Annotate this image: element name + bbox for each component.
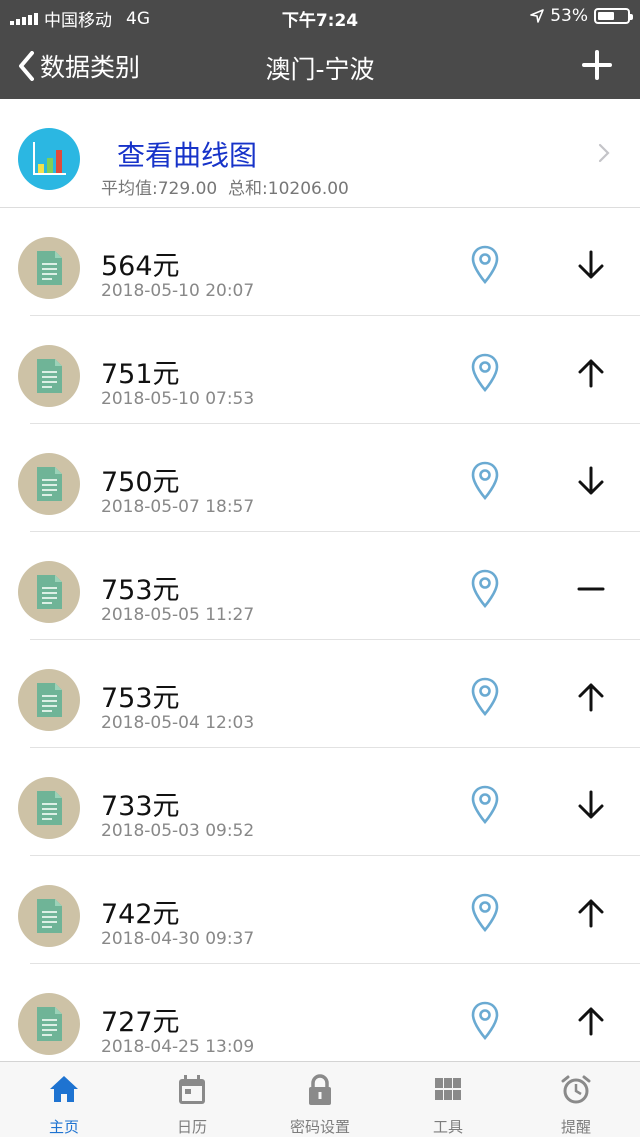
tab-label: 提醒 xyxy=(560,1118,591,1136)
records-list: 查看曲线图 平均值:729.00 总和:10206.00 564元 2018-05… xyxy=(0,99,640,1061)
location-arrow-icon xyxy=(530,9,545,23)
navigation-bar: 数据类别 澳门-宁波 xyxy=(0,34,640,99)
page-title: 澳门-宁波 xyxy=(265,55,375,84)
list-item[interactable]: 751元 2018-05-10 07:53 xyxy=(0,316,640,424)
record-amount: 733元 xyxy=(101,791,180,822)
battery-icon xyxy=(594,8,633,24)
list-item[interactable]: 564元 2018-05-10 20:07 xyxy=(0,208,640,316)
tab-label: 日历 xyxy=(176,1118,207,1136)
calendar-icon xyxy=(179,1075,205,1104)
document-icon xyxy=(18,993,80,1055)
record-rows: 564元 2018-05-10 20:07 751元 2018-05-10 07:53… xyxy=(0,208,640,1061)
battery-percent: 53% xyxy=(550,6,588,26)
trend-flat-icon xyxy=(577,587,605,591)
grid-icon xyxy=(435,1078,461,1100)
list-item[interactable]: 750元 2018-05-07 18:57 xyxy=(0,424,640,532)
record-amount: 753元 xyxy=(101,575,180,606)
record-time: 2018-04-25 13:09 xyxy=(101,1037,255,1057)
location-pin-icon[interactable] xyxy=(471,1001,499,1045)
view-chart-row[interactable]: 查看曲线图 平均值:729.00 总和:10206.00 xyxy=(0,99,640,208)
record-time: 2018-05-04 12:03 xyxy=(101,713,255,733)
list-item[interactable]: 753元 2018-05-04 12:03 xyxy=(0,640,640,748)
record-amount: 750元 xyxy=(101,467,180,498)
average-value: 平均值:729.00 xyxy=(101,179,218,199)
record-time: 2018-05-07 18:57 xyxy=(101,497,255,517)
tab-bar: 主页 日历 密码设置 工具 提醒 xyxy=(0,1061,640,1137)
lock-icon xyxy=(309,1074,331,1105)
trend-up-icon xyxy=(578,683,604,712)
list-item[interactable]: 727元 2018-04-25 13:09 xyxy=(0,964,640,1061)
trend-down-icon xyxy=(578,466,604,495)
tab-tools[interactable]: 工具 xyxy=(384,1062,512,1137)
record-time: 2018-05-10 07:53 xyxy=(101,389,255,409)
chevron-right-icon xyxy=(598,143,610,167)
tab-label: 主页 xyxy=(48,1118,79,1136)
alarm-clock-icon xyxy=(561,1075,591,1104)
status-bar: 中国移动 4G 下午7:24 53% xyxy=(0,0,640,34)
tab-label: 工具 xyxy=(432,1118,463,1136)
document-icon xyxy=(18,885,80,947)
chart-icon xyxy=(18,128,80,190)
location-pin-icon[interactable] xyxy=(471,677,499,721)
location-pin-icon[interactable] xyxy=(471,785,499,829)
total-value: 总和:10206.00 xyxy=(228,179,349,199)
record-time: 2018-04-30 09:37 xyxy=(101,929,255,949)
tab-home[interactable]: 主页 xyxy=(0,1062,128,1137)
tab-calendar[interactable]: 日历 xyxy=(128,1062,256,1137)
tab-reminder[interactable]: 提醒 xyxy=(512,1062,640,1137)
document-icon xyxy=(18,237,80,299)
trend-down-icon xyxy=(578,790,604,819)
list-item[interactable]: 753元 2018-05-05 11:27 xyxy=(0,532,640,640)
chart-stats: 平均值:729.00 总和:10206.00 xyxy=(101,174,349,199)
record-amount: 751元 xyxy=(101,359,180,390)
plus-icon xyxy=(582,50,612,80)
add-button[interactable] xyxy=(582,50,612,84)
home-icon xyxy=(50,1076,78,1102)
view-chart-title: 查看曲线图 xyxy=(117,139,258,172)
trend-up-icon xyxy=(578,1007,604,1036)
record-amount: 753元 xyxy=(101,683,180,714)
location-pin-icon[interactable] xyxy=(471,353,499,397)
trend-up-icon xyxy=(578,359,604,388)
record-amount: 727元 xyxy=(101,1007,180,1038)
location-pin-icon[interactable] xyxy=(471,893,499,937)
document-icon xyxy=(18,453,80,515)
tab-label: 密码设置 xyxy=(289,1118,350,1136)
location-pin-icon[interactable] xyxy=(471,245,499,289)
record-time: 2018-05-03 09:52 xyxy=(101,821,255,841)
record-time: 2018-05-10 20:07 xyxy=(101,281,255,301)
trend-down-icon xyxy=(578,250,604,279)
list-item[interactable]: 742元 2018-04-30 09:37 xyxy=(0,856,640,964)
record-amount: 742元 xyxy=(101,899,180,930)
document-icon xyxy=(18,345,80,407)
list-item[interactable]: 733元 2018-05-03 09:52 xyxy=(0,748,640,856)
location-pin-icon[interactable] xyxy=(471,569,499,613)
document-icon xyxy=(18,561,80,623)
record-time: 2018-05-05 11:27 xyxy=(101,605,255,625)
location-pin-icon[interactable] xyxy=(471,461,499,505)
trend-up-icon xyxy=(578,899,604,928)
record-amount: 564元 xyxy=(101,251,180,282)
document-icon xyxy=(18,669,80,731)
status-right: 53% xyxy=(530,6,633,26)
tab-password-settings[interactable]: 密码设置 xyxy=(256,1062,384,1137)
document-icon xyxy=(18,777,80,839)
